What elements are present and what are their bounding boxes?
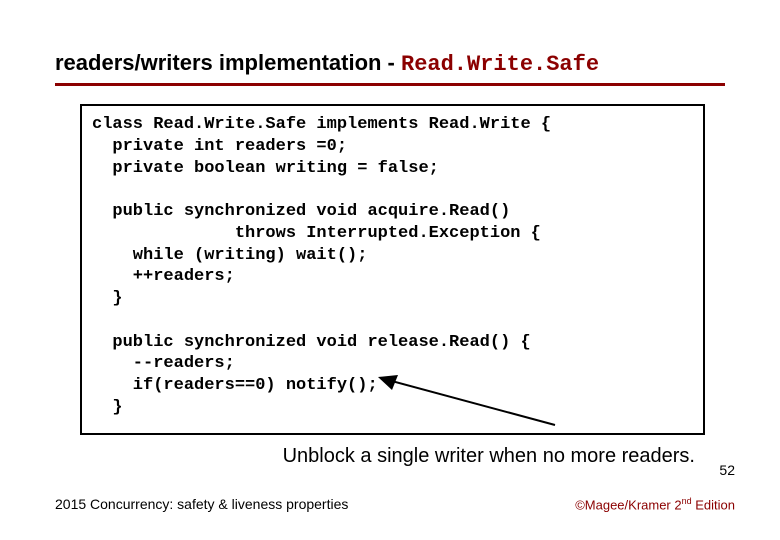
footer-left: 2015 Concurrency: safety & liveness prop… <box>55 496 348 512</box>
code-box: class Read.Write.Safe implements Read.Wr… <box>80 104 705 435</box>
footer-edition-num: 2 <box>674 497 681 512</box>
slide: readers/writers implementation - Read.Wr… <box>0 0 780 540</box>
slide-title: readers/writers implementation - Read.Wr… <box>55 50 725 77</box>
footer-edition-sup: nd <box>682 496 692 506</box>
title-classname: Read.Write.Safe <box>401 52 599 77</box>
title-prefix: readers/writers implementation - <box>55 50 401 75</box>
footer-right: ©Magee/Kramer 2nd Edition <box>575 496 735 512</box>
code-block: class Read.Write.Safe implements Read.Wr… <box>92 114 693 419</box>
caption-text: Unblock a single writer when no more rea… <box>55 445 695 468</box>
footer-edition-word: Edition <box>692 497 735 512</box>
title-rule <box>55 83 725 86</box>
slide-number: 52 <box>719 462 735 478</box>
footer-author: ©Magee/Kramer <box>575 497 674 512</box>
